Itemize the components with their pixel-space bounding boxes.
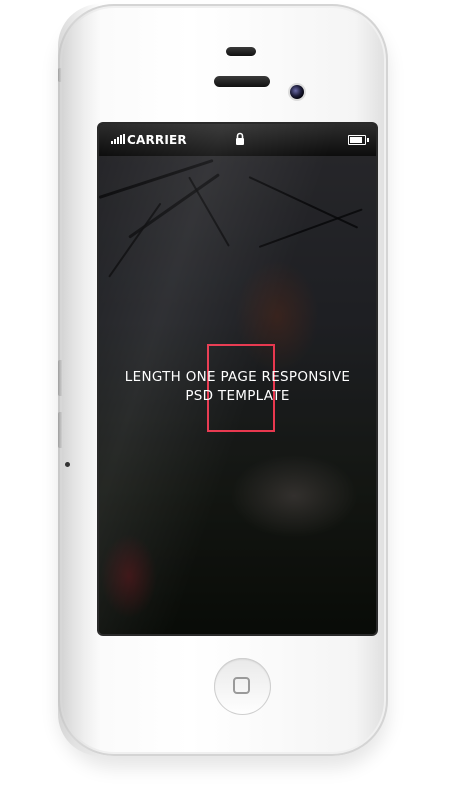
battery-icon <box>348 135 369 145</box>
headline-line-2: PSD TEMPLATE <box>185 388 290 404</box>
microphone-dot <box>65 462 70 467</box>
volume-up-button <box>58 360 63 396</box>
volume-down-button <box>58 412 63 448</box>
headline-line-1: LENGTH ONE PAGE RESPONSIVE <box>124 369 351 385</box>
front-camera-icon <box>290 85 304 99</box>
home-square-icon <box>233 677 250 694</box>
carrier-label: CARRIER <box>127 133 187 147</box>
mute-switch <box>58 68 62 82</box>
signal-bars-icon <box>111 134 125 144</box>
status-bar: CARRIER <box>99 124 376 156</box>
lock-icon <box>236 132 244 145</box>
home-button-icon[interactable] <box>214 658 271 715</box>
phone-side-edge <box>58 4 100 756</box>
page-headline: LENGTH ONE PAGE RESPONSIVE PSD TEMPLATE <box>99 368 376 406</box>
speaker-grille-icon <box>214 76 270 87</box>
phone-screen: CARRIER LENGTH ONE PAGE RESPONSIVE PSD T… <box>99 124 376 634</box>
earpiece-icon <box>226 47 256 56</box>
